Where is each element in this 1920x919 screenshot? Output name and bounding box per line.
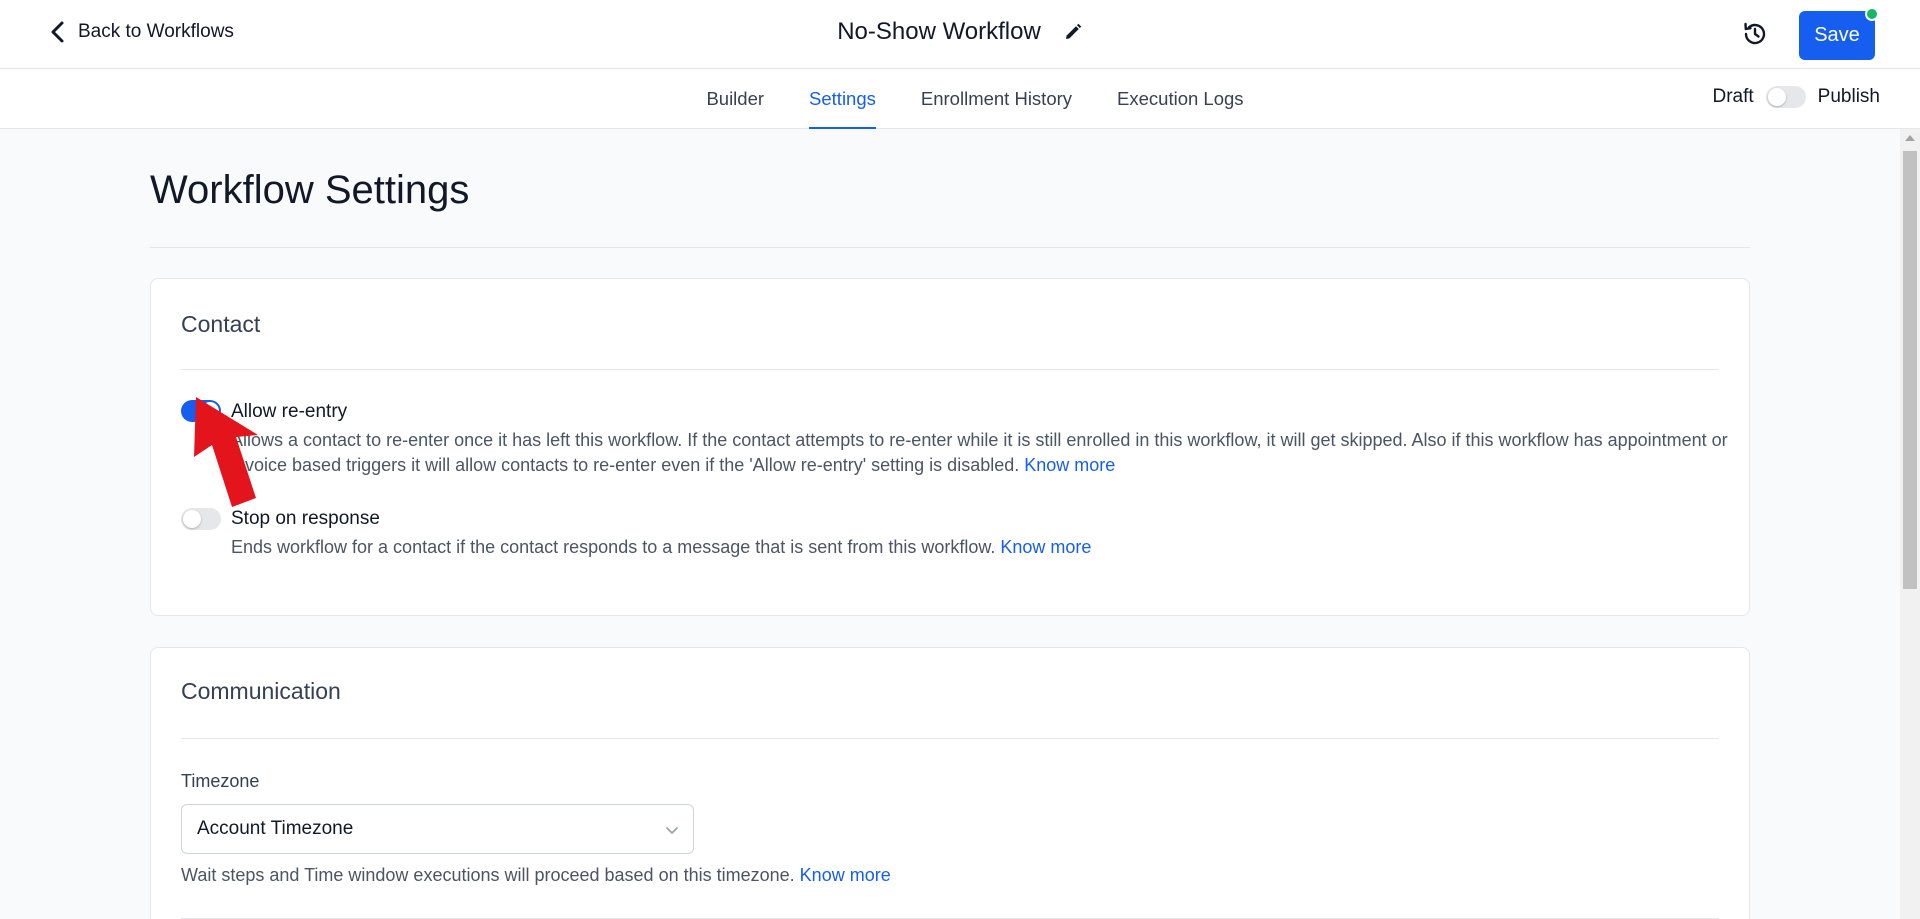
page-scrollbar[interactable] xyxy=(1900,129,1920,919)
unsaved-status-dot xyxy=(1865,7,1879,21)
card-divider xyxy=(181,369,1719,370)
scrollbar-thumb[interactable] xyxy=(1903,151,1917,589)
timezone-value: Account Timezone xyxy=(197,818,354,839)
tab-bar: Builder Settings Enrollment History Exec… xyxy=(0,69,1920,129)
pencil-icon[interactable] xyxy=(1063,22,1083,42)
history-icon[interactable] xyxy=(1741,20,1769,48)
communication-card: Communication Timezone Account Timezone … xyxy=(150,647,1750,919)
tab-enrollment-history[interactable]: Enrollment History xyxy=(921,69,1072,129)
timezone-help: Wait steps and Time window executions wi… xyxy=(181,863,1681,888)
timezone-label: Timezone xyxy=(181,771,260,791)
contact-card: Contact Allow re-entry Allows a contact … xyxy=(150,278,1750,616)
toggle-knob xyxy=(1767,88,1786,106)
allow-reentry-description: Allows a contact to re-enter once it has… xyxy=(231,428,1731,478)
chevron-down-icon xyxy=(666,827,678,834)
red-arrow-annotation xyxy=(194,397,258,507)
top-bar: Back to Workflows No-Show Workflow Save xyxy=(0,0,1920,69)
title-divider xyxy=(150,247,1750,248)
save-button[interactable]: Save xyxy=(1799,11,1875,60)
stop-on-response-text: Ends workflow for a contact if the conta… xyxy=(231,537,996,557)
publish-toggle[interactable] xyxy=(1765,86,1806,108)
card-divider xyxy=(181,738,1719,739)
allow-reentry-text: Allows a contact to re-enter once it has… xyxy=(231,430,1728,475)
title-group: No-Show Workflow xyxy=(0,18,1920,46)
draft-label: Draft xyxy=(1712,86,1754,107)
tab-execution-logs[interactable]: Execution Logs xyxy=(1117,69,1244,129)
tab-builder[interactable]: Builder xyxy=(706,69,764,129)
tabs: Builder Settings Enrollment History Exec… xyxy=(0,69,1920,129)
page-title: Workflow Settings xyxy=(150,168,470,212)
timezone-select[interactable]: Account Timezone xyxy=(181,804,694,854)
allow-reentry-know-more-link[interactable]: Know more xyxy=(1024,455,1115,475)
stop-on-response-description: Ends workflow for a contact if the conta… xyxy=(231,535,1731,560)
publish-switch-group: Draft Publish xyxy=(1712,86,1880,108)
timezone-help-text: Wait steps and Time window executions wi… xyxy=(181,865,795,885)
publish-label: Publish xyxy=(1817,86,1880,107)
scroll-up-arrow-icon[interactable] xyxy=(1905,135,1915,141)
contact-card-title: Contact xyxy=(181,311,261,337)
timezone-know-more-link[interactable]: Know more xyxy=(800,865,891,885)
stop-on-response-know-more-link[interactable]: Know more xyxy=(1000,537,1091,557)
communication-card-title: Communication xyxy=(181,678,341,704)
tab-settings[interactable]: Settings xyxy=(809,69,876,129)
workflow-title: No-Show Workflow xyxy=(837,18,1041,45)
